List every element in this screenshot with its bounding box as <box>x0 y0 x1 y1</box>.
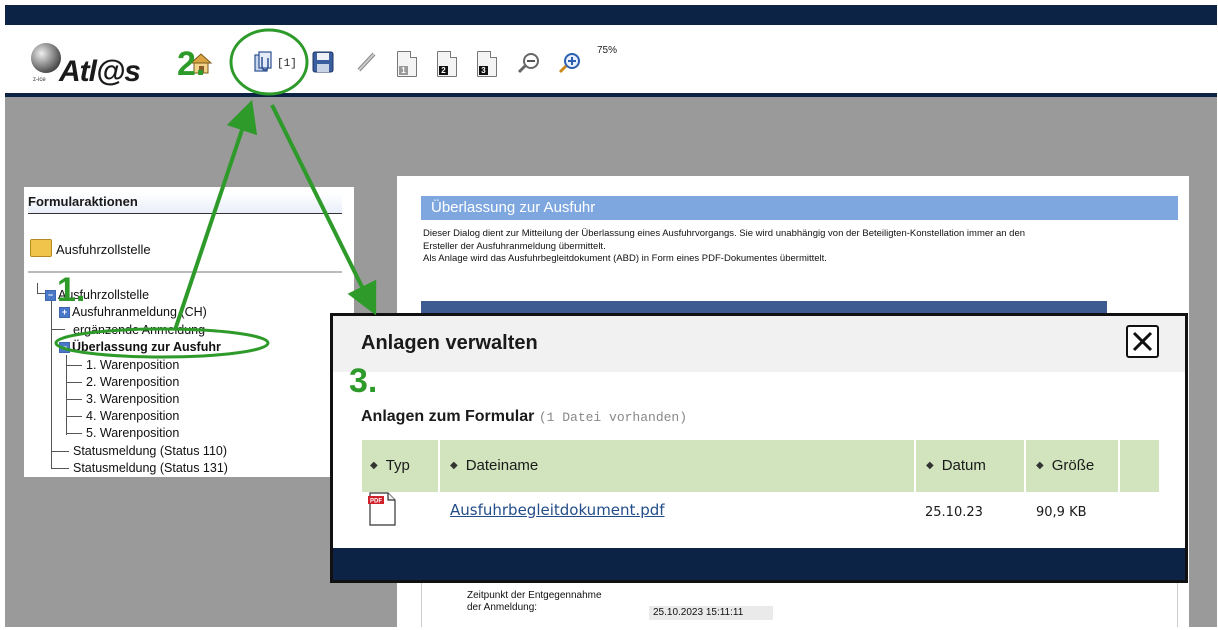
tree-item-warenposition-4[interactable]: 4. Warenposition <box>86 409 179 423</box>
form-actions-panel: Formularaktionen Ausfuhrzollstelle − Ausf… <box>24 187 354 477</box>
atlas-logo: Atl@s z-ice <box>31 39 151 89</box>
column-typ[interactable]: ◆ Typ <box>362 440 440 492</box>
column-groesse[interactable]: ◆ Größe <box>1026 440 1120 492</box>
sort-icon: ◆ <box>1036 460 1044 471</box>
page-2-icon[interactable]: 2 <box>437 51 457 77</box>
pdf-badge-text: PDF <box>370 499 382 505</box>
sort-icon: ◆ <box>370 460 378 471</box>
tree-item-warenposition-1[interactable]: 1. Warenposition <box>86 358 179 372</box>
folder-label: Ausfuhrzollstelle <box>56 242 151 257</box>
edit-icon[interactable] <box>356 51 378 75</box>
manage-attachments-dialog: Anlagen verwalten Anlagen zum Formular (… <box>330 313 1188 583</box>
tree-item-warenposition-2[interactable]: 2. Warenposition <box>86 375 179 389</box>
tree-item-warenposition-5[interactable]: 5. Warenposition <box>86 426 179 440</box>
zoom-in-icon[interactable] <box>558 51 580 75</box>
attachments-subtitle: Anlagen zum Formular (1 Datei vorhanden) <box>361 408 688 425</box>
sort-icon: ◆ <box>450 460 458 471</box>
tree-item-warenposition-3[interactable]: 3. Warenposition <box>86 392 179 406</box>
tree-item-status-131[interactable]: Statusmeldung (Status 131) <box>73 461 228 475</box>
panel-title: Formularaktionen <box>28 193 342 214</box>
file-count: (1 Datei vorhanden) <box>538 410 688 425</box>
app-window: Atl@s z-ice [1] 1 2 3 75% Formularaktion… <box>5 5 1217 627</box>
form-header: Überlassung zur Ausfuhr <box>421 196 1178 220</box>
save-icon[interactable] <box>312 51 334 75</box>
tree-item-ueberlassung[interactable]: − Überlassung zur Ausfuhr <box>59 340 221 354</box>
zoom-out-icon[interactable] <box>517 51 539 75</box>
page-1-icon[interactable]: 1 <box>397 51 417 77</box>
file-size: 90,9 KB <box>1036 505 1087 520</box>
form-description: Dieser Dialog dient zur Mitteilung der Ü… <box>423 228 1026 264</box>
column-dateiname[interactable]: ◆ Dateiname <box>440 440 916 492</box>
file-link[interactable]: Ausfuhrbegleitdokument.pdf <box>450 501 665 519</box>
dialog-footer <box>333 548 1185 580</box>
step-3-label: 3. <box>349 362 378 400</box>
folder-item[interactable]: Ausfuhrzollstelle <box>30 239 151 257</box>
attachments-table-header: ◆ Typ ◆ Dateiname ◆ Datum ◆ Größe <box>362 440 1159 492</box>
step-1-label: 1. <box>57 271 86 309</box>
collapse-icon[interactable]: − <box>59 342 70 353</box>
sort-icon: ◆ <box>926 460 934 471</box>
logo-text: Atl@s <box>59 55 141 88</box>
attachment-count: [1] <box>277 58 297 70</box>
globe-icon <box>31 43 61 73</box>
attachment-icon[interactable] <box>251 49 273 73</box>
receipt-time-label: Zeitpunkt der Entgegennahme der Anmeldun… <box>467 590 602 613</box>
page-3-icon[interactable]: 3 <box>477 51 497 77</box>
step-2-label: 2. <box>177 45 206 83</box>
file-date: 25.10.23 <box>925 505 983 520</box>
zoom-level: 75% <box>597 45 618 56</box>
close-icon <box>1132 331 1153 352</box>
logo-subtext: z-ice <box>33 77 46 83</box>
receipt-time-value: 25.10.2023 15:11:11 <box>649 606 773 620</box>
pdf-icon[interactable]: PDF <box>368 492 396 526</box>
dialog-title: Anlagen verwalten <box>361 332 538 354</box>
tree-item-ergaenzende-anmeldung[interactable]: ergänzende Anmeldung <box>73 323 205 337</box>
toolbar-divider <box>5 93 1217 97</box>
top-bar <box>5 5 1217 25</box>
folder-icon <box>30 239 52 257</box>
dialog-header: Anlagen verwalten <box>333 316 1185 372</box>
collapse-icon[interactable]: − <box>45 290 56 301</box>
close-button[interactable] <box>1126 325 1159 358</box>
column-datum[interactable]: ◆ Datum <box>916 440 1026 492</box>
tree-item-status-110[interactable]: Statusmeldung (Status 110) <box>73 444 227 458</box>
